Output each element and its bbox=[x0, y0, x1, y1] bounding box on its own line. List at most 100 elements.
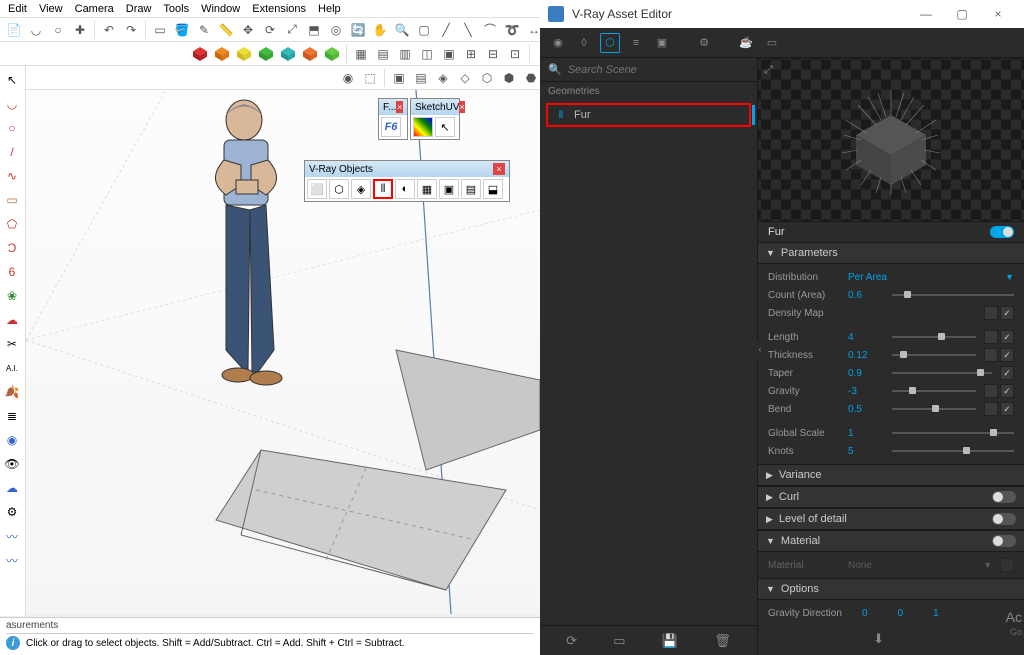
count-slider[interactable] bbox=[892, 294, 1014, 296]
vray-geometry-icon[interactable]: ⬡ bbox=[600, 33, 620, 53]
vray-delete-icon[interactable]: 🗑 bbox=[714, 633, 731, 649]
tool-pencil-icon[interactable]: ✎ bbox=[194, 20, 214, 40]
section-curl[interactable]: ▶ Curl bbox=[758, 486, 1024, 508]
vray-framebuf-icon[interactable]: ▭ bbox=[762, 33, 782, 53]
menu-draw[interactable]: Draw bbox=[126, 3, 152, 15]
vray-tree-item-fur[interactable]: ⫴ Fur bbox=[546, 103, 751, 127]
vray-side-collapse-tab[interactable]: ‹ bbox=[756, 340, 764, 358]
vray-add-icon[interactable]: ▭ bbox=[613, 633, 625, 649]
tool-grid7-icon[interactable]: ⊟ bbox=[483, 44, 503, 64]
map-slot-icon[interactable] bbox=[984, 330, 998, 344]
tool-select-icon[interactable]: ▭ bbox=[150, 20, 170, 40]
vray-obj-plane-icon[interactable]: ⬜ bbox=[307, 179, 327, 199]
vtool-circle-icon[interactable]: ○ bbox=[2, 118, 22, 138]
tool-grid1-icon[interactable]: ▦ bbox=[351, 44, 371, 64]
prop-count[interactable]: Count (Area) 0.6 bbox=[758, 286, 1024, 304]
tool-pan-icon[interactable]: ✋ bbox=[370, 20, 390, 40]
vray-obj-proxy-icon[interactable]: ▦ bbox=[417, 179, 437, 199]
prop-material[interactable]: Material None ▼ bbox=[758, 556, 1024, 574]
vray-refresh-icon[interactable]: ⟳ bbox=[566, 633, 577, 649]
map-check-icon[interactable]: ✓ bbox=[1000, 366, 1014, 380]
vray-obj-clipper-icon[interactable]: ◐ bbox=[395, 179, 415, 199]
gravity-slider[interactable] bbox=[892, 390, 976, 392]
chevron-down-icon[interactable]: ▼ bbox=[983, 560, 992, 570]
vray-save-icon[interactable]: 💾 bbox=[662, 633, 678, 649]
cube-red-icon[interactable] bbox=[190, 44, 210, 64]
tool-line-icon[interactable]: ╱ bbox=[436, 20, 456, 40]
vray-objects-panel[interactable]: V-Ray Objects × ⬜ ⬡ ◈ ⫴ ◐ ▦ ▣ ▤ ⬓ bbox=[304, 160, 510, 202]
section-variance[interactable]: ▶ Variance bbox=[758, 464, 1024, 486]
vtool-zigzag-icon[interactable]: ∿ bbox=[2, 166, 22, 186]
preview-expand-icon[interactable]: ⤢ bbox=[764, 64, 773, 77]
tool-grid6-icon[interactable]: ⊞ bbox=[461, 44, 481, 64]
vray-obj-decal-icon[interactable]: ⬓ bbox=[483, 179, 503, 199]
tool-orbit-icon[interactable]: 🔄 bbox=[348, 20, 368, 40]
vray-obj-mesh-icon[interactable]: ◈ bbox=[351, 179, 371, 199]
prop-length[interactable]: Length 4 ✓ bbox=[758, 328, 1024, 346]
sketchuv-gradient-icon[interactable] bbox=[413, 117, 433, 137]
cube-yellow-icon[interactable] bbox=[234, 44, 254, 64]
vtool-waves1-icon[interactable]: 〰 bbox=[2, 526, 22, 546]
prop-knots[interactable]: Knots 5 bbox=[758, 442, 1024, 460]
menu-help[interactable]: Help bbox=[318, 3, 341, 15]
vray-obj-scene-icon[interactable]: ▣ bbox=[439, 179, 459, 199]
tool-rotate-icon[interactable]: ⟳ bbox=[260, 20, 280, 40]
close-icon[interactable]: × bbox=[493, 163, 505, 175]
fredo-panel-title[interactable]: F... × bbox=[379, 99, 407, 115]
map-slot-icon[interactable] bbox=[984, 384, 998, 398]
vtool-eye-icon[interactable]: 👁 bbox=[2, 454, 22, 474]
menu-window[interactable]: Window bbox=[201, 3, 240, 15]
map-slot-icon[interactable] bbox=[984, 402, 998, 416]
prop-thickness[interactable]: Thickness 0.12 ✓ bbox=[758, 346, 1024, 364]
vray-render2-icon[interactable]: ▤ bbox=[411, 68, 431, 88]
vtool-layers-icon[interactable]: ≣ bbox=[2, 406, 22, 426]
cube-green-icon[interactable] bbox=[256, 44, 276, 64]
map-check-icon[interactable]: ✓ bbox=[1000, 348, 1014, 362]
vtool-poly-icon[interactable]: ⬠ bbox=[2, 214, 22, 234]
prop-bend[interactable]: Bend 0.5 ✓ bbox=[758, 400, 1024, 418]
map-check-icon[interactable]: ✓ bbox=[1000, 330, 1014, 344]
vtool-waves2-icon[interactable]: 〰 bbox=[2, 550, 22, 570]
cube-orange2-icon[interactable] bbox=[300, 44, 320, 64]
tool-grid8-icon[interactable]: ⊡ bbox=[505, 44, 525, 64]
prop-distribution[interactable]: Distribution Per Area ▼ bbox=[758, 268, 1024, 286]
tool-line2-icon[interactable]: ╲ bbox=[458, 20, 478, 40]
cube-orange-icon[interactable] bbox=[212, 44, 232, 64]
vtool-gear-icon[interactable]: ⚙ bbox=[2, 502, 22, 522]
sketchuv-panel-title[interactable]: SketchUV × bbox=[411, 99, 459, 115]
close-icon[interactable]: × bbox=[396, 101, 403, 113]
chevron-down-icon[interactable]: ▼ bbox=[1005, 272, 1014, 282]
globalscale-slider[interactable] bbox=[892, 432, 1014, 434]
section-parameters[interactable]: ▼ Parameters bbox=[758, 242, 1024, 264]
map-slot-icon[interactable] bbox=[984, 348, 998, 362]
section-lod[interactable]: ▶ Level of detail bbox=[758, 508, 1024, 530]
tool-push-icon[interactable]: ⬒ bbox=[304, 20, 324, 40]
tool-new-icon[interactable]: 📄 bbox=[4, 20, 24, 40]
thickness-slider[interactable] bbox=[892, 354, 976, 356]
section-options[interactable]: ▼ Options bbox=[758, 578, 1024, 600]
gravity-y[interactable]: 0 bbox=[898, 608, 904, 619]
vray-lights-icon[interactable]: ◊ bbox=[574, 33, 594, 53]
tool-grid2-icon[interactable]: ▤ bbox=[373, 44, 393, 64]
vray-tool2-icon[interactable]: ⬚ bbox=[360, 68, 380, 88]
prop-gravity-direction[interactable]: Gravity Direction 0 0 1 bbox=[758, 604, 1024, 622]
vtool-line-icon[interactable]: / bbox=[2, 142, 22, 162]
vray-obj-sphere-icon[interactable]: ⬡ bbox=[329, 179, 349, 199]
vtool-cloud2-icon[interactable]: ☁ bbox=[2, 478, 22, 498]
knots-slider[interactable] bbox=[892, 450, 1014, 452]
vtool-swirl-icon[interactable]: ❀ bbox=[2, 286, 22, 306]
gravity-x[interactable]: 0 bbox=[862, 608, 868, 619]
vtool-al-icon[interactable]: A.I. bbox=[2, 358, 22, 378]
tool-circle-icon[interactable]: ○ bbox=[48, 20, 68, 40]
tool-scale-icon[interactable]: ⤢ bbox=[282, 20, 302, 40]
menu-camera[interactable]: Camera bbox=[75, 3, 114, 15]
menu-tools[interactable]: Tools bbox=[163, 3, 189, 15]
taper-slider[interactable] bbox=[892, 372, 992, 374]
sketchuv-cursor-icon[interactable]: ↖ bbox=[435, 117, 455, 137]
vray-render1-icon[interactable]: ▣ bbox=[389, 68, 409, 88]
prop-density[interactable]: Density Map ✓ bbox=[758, 304, 1024, 322]
vtool-cloud-icon[interactable]: ☁ bbox=[2, 310, 22, 330]
fur-enable-toggle[interactable] bbox=[990, 226, 1014, 238]
map-check-icon[interactable]: ✓ bbox=[1000, 306, 1014, 320]
vray-camera-icon[interactable]: ▣ bbox=[652, 33, 672, 53]
